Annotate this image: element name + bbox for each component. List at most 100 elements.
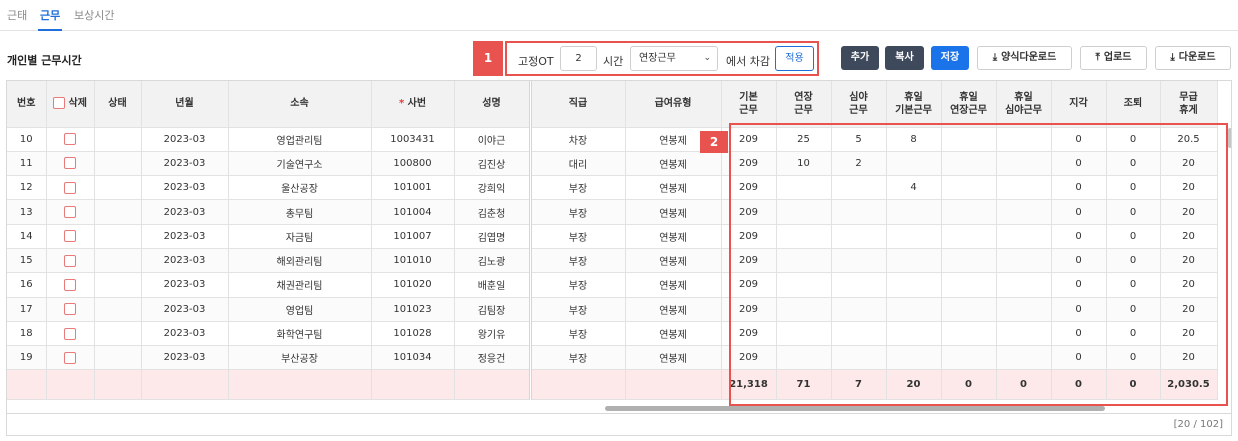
cell-hot[interactable] [941, 321, 997, 347]
cell-ot[interactable] [776, 345, 832, 371]
cell-emp[interactable]: 101020 [371, 272, 455, 298]
cell-status[interactable] [94, 175, 142, 201]
cell-unpaid[interactable]: 20 [1160, 224, 1218, 249]
cell-dept[interactable]: 채권관리팀 [228, 272, 372, 298]
cell-night[interactable]: 2 [831, 151, 887, 177]
cell-night[interactable] [831, 272, 887, 298]
cell-hbase[interactable] [886, 321, 942, 347]
table-row[interactable]: 12 2023-03 울산공장 101001 강희익 부장 연봉제 209 4 0 0 20 [7, 175, 1218, 201]
table-row[interactable]: 13 2023-03 총무팀 101004 김춘청 부장 연봉제 209 0 0 20 [7, 199, 1218, 225]
cell-rank[interactable]: 부장 [530, 272, 626, 298]
cell-no[interactable]: 11 [7, 151, 47, 177]
cell-unpaid[interactable]: 20 [1160, 297, 1218, 322]
cell-unpaid[interactable]: 20 [1160, 175, 1218, 201]
cell-base[interactable]: 209 [721, 248, 777, 274]
download-button[interactable]: ⤓ 다운로드 [1155, 46, 1231, 70]
table-row[interactable]: 10 2023-03 영업관리팀 1003431 이야근 차장 연봉제 209 25 5 8 0 0 20… [7, 127, 1218, 152]
cell-dept[interactable]: 울산공장 [228, 175, 372, 201]
col-header-name[interactable]: 성명 [454, 81, 532, 128]
delete-cell[interactable] [46, 345, 95, 371]
col-header-early-leave[interactable]: 조퇴 [1106, 81, 1161, 128]
cell-hnight[interactable] [996, 345, 1052, 371]
cell-name[interactable]: 김팀장 [454, 297, 532, 322]
horizontal-scrollbar[interactable] [605, 406, 1105, 411]
save-button[interactable]: 저장 [931, 46, 969, 70]
cell-early[interactable]: 0 [1106, 224, 1161, 249]
cell-dept[interactable]: 화학연구팀 [228, 321, 372, 347]
cell-hnight[interactable] [996, 151, 1052, 177]
col-header-holiday-overtime[interactable]: 휴일 연장근무 [941, 81, 997, 128]
cell-hnight[interactable] [996, 297, 1052, 322]
cell-base[interactable]: 209 [721, 199, 777, 225]
cell-ym[interactable]: 2023-03 [141, 272, 229, 298]
cell-pay[interactable]: 연봉제 [625, 272, 722, 298]
cell-ym[interactable]: 2023-03 [141, 345, 229, 371]
delete-cell[interactable] [46, 199, 95, 225]
cell-late[interactable]: 0 [1051, 297, 1107, 322]
cell-dept[interactable]: 영업관리팀 [228, 127, 372, 152]
cell-emp[interactable]: 101023 [371, 297, 455, 322]
cell-hbase[interactable] [886, 248, 942, 274]
cell-ym[interactable]: 2023-03 [141, 224, 229, 249]
row-delete-checkbox[interactable] [64, 303, 76, 316]
cell-emp[interactable]: 101034 [371, 345, 455, 371]
cell-ot[interactable] [776, 248, 832, 274]
cell-no[interactable]: 13 [7, 199, 47, 225]
cell-dept[interactable]: 자금팀 [228, 224, 372, 249]
cell-rank[interactable]: 대리 [530, 151, 626, 177]
cell-no[interactable]: 10 [7, 127, 47, 152]
cell-rank[interactable]: 부장 [530, 345, 626, 371]
row-delete-checkbox[interactable] [64, 254, 76, 267]
cell-no[interactable]: 19 [7, 345, 47, 371]
cell-ot[interactable] [776, 199, 832, 225]
cell-hnight[interactable] [996, 321, 1052, 347]
cell-unpaid[interactable]: 20 [1160, 321, 1218, 347]
cell-rank[interactable]: 부장 [530, 224, 626, 249]
table-row[interactable]: 16 2023-03 채권관리팀 101020 배훈일 부장 연봉제 209 0 0 20 [7, 272, 1218, 298]
col-header-emp-no[interactable]: * 사번 [371, 81, 455, 128]
cell-emp[interactable]: 101010 [371, 248, 455, 274]
cell-dept[interactable]: 기술연구소 [228, 151, 372, 177]
col-header-no[interactable]: 번호 [7, 81, 47, 128]
col-header-holiday-night[interactable]: 휴일 심야근무 [996, 81, 1052, 128]
col-header-year-month[interactable]: 년월 [141, 81, 229, 128]
cell-hot[interactable] [941, 224, 997, 249]
cell-ot[interactable] [776, 175, 832, 201]
cell-status[interactable] [94, 224, 142, 249]
cell-base[interactable]: 209 [721, 321, 777, 347]
delete-cell[interactable] [46, 175, 95, 201]
add-button[interactable]: 추가 [841, 46, 879, 70]
col-header-pay-type[interactable]: 급여유형 [625, 81, 722, 128]
cell-base[interactable]: 209 [721, 345, 777, 371]
cell-name[interactable]: 배훈일 [454, 272, 532, 298]
col-header-late[interactable]: 지각 [1051, 81, 1107, 128]
delete-cell[interactable] [46, 321, 95, 347]
cell-hbase[interactable] [886, 199, 942, 225]
cell-hbase[interactable] [886, 297, 942, 322]
cell-no[interactable]: 14 [7, 224, 47, 249]
cell-night[interactable] [831, 175, 887, 201]
delete-cell[interactable] [46, 151, 95, 177]
delete-cell[interactable] [46, 297, 95, 322]
cell-base[interactable]: 209 [721, 127, 777, 152]
cell-hbase[interactable] [886, 272, 942, 298]
cell-dept[interactable]: 영업팀 [228, 297, 372, 322]
cell-dept[interactable]: 해외관리팀 [228, 248, 372, 274]
cell-status[interactable] [94, 272, 142, 298]
cell-unpaid[interactable]: 20 [1160, 345, 1218, 371]
cell-emp[interactable]: 101028 [371, 321, 455, 347]
table-row[interactable]: 18 2023-03 화학연구팀 101028 왕기유 부장 연봉제 209 0 0 20 [7, 321, 1218, 347]
table-row[interactable]: 11 2023-03 기술연구소 100800 김진상 대리 연봉제 209 10 2 0 0 20 [7, 151, 1218, 177]
delete-cell[interactable] [46, 224, 95, 249]
col-header-holiday-base[interactable]: 휴일 기본근무 [886, 81, 942, 128]
cell-night[interactable] [831, 248, 887, 274]
cell-rank[interactable]: 부장 [530, 321, 626, 347]
cell-late[interactable]: 0 [1051, 272, 1107, 298]
cell-dept[interactable]: 총무팀 [228, 199, 372, 225]
tab-compensation-time[interactable]: 보상시간 [74, 7, 114, 23]
cell-early[interactable]: 0 [1106, 345, 1161, 371]
cell-dept[interactable]: 부산공장 [228, 345, 372, 371]
cell-hot[interactable] [941, 199, 997, 225]
table-row[interactable]: 17 2023-03 영업팀 101023 김팀장 부장 연봉제 209 0 0 20 [7, 297, 1218, 322]
cell-early[interactable]: 0 [1106, 127, 1161, 152]
